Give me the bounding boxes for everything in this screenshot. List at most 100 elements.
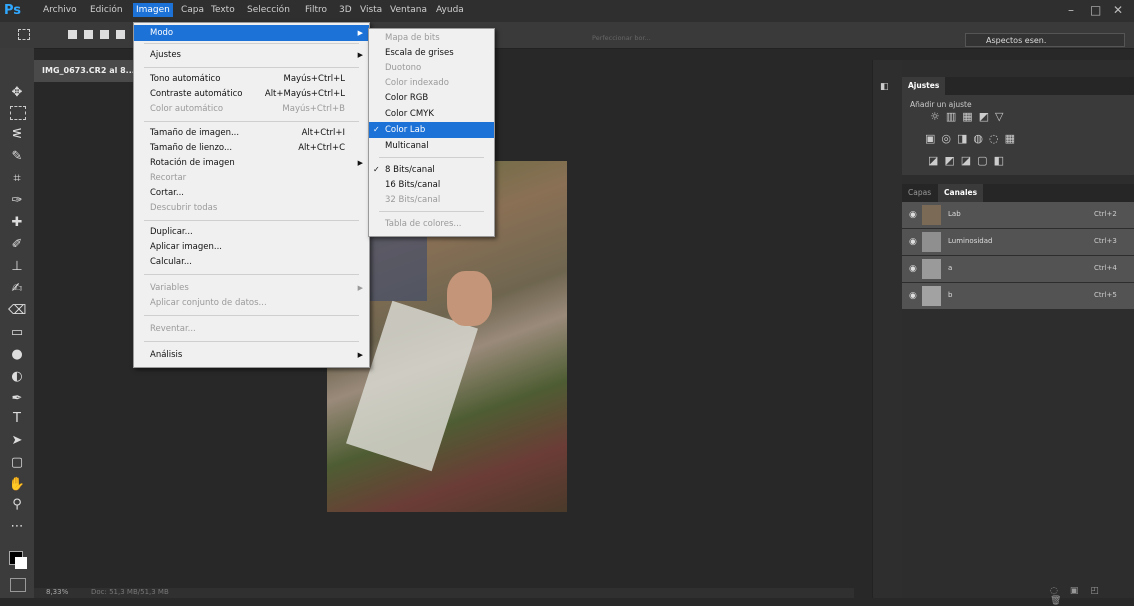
imagen-dropdown-menu: Modo ▶ Ajustes ▶ Tono automático Mayús+Ctrl… (133, 22, 370, 368)
pen-tool-icon[interactable]: ✒ (8, 390, 26, 408)
menu-imagen[interactable]: Imagen (133, 3, 173, 17)
adjustment-icons-row-2[interactable]: ▣◎◨◍◌▦ (925, 132, 1021, 145)
visibility-eye-icon[interactable]: ◉ (909, 210, 917, 220)
workspace-select[interactable]: Aspectos esen. (965, 33, 1125, 47)
menu-item-label: Aplicar imagen... (150, 242, 222, 252)
photo-shape-child (447, 271, 492, 326)
channel-row[interactable]: ◉ Luminosidad Ctrl+3 (902, 229, 1134, 256)
menu-capa[interactable]: Capa (181, 5, 204, 15)
eyedropper-tool-icon[interactable]: ✑ (8, 192, 26, 210)
add-selection-icon[interactable] (84, 30, 93, 39)
blur-tool-icon[interactable]: ● (8, 346, 26, 364)
marquee-preset-icon[interactable] (18, 29, 30, 40)
menu-vista[interactable]: Vista (360, 5, 382, 15)
channel-thumbnail (922, 232, 941, 252)
path-selection-tool-icon[interactable]: ➤ (8, 432, 26, 450)
channels-footer-icons[interactable]: ◌▣◰🗑 (1050, 586, 1134, 606)
type-tool-icon[interactable]: T (8, 410, 26, 428)
clone-stamp-tool-icon[interactable]: ⊥ (8, 258, 26, 276)
menu-item-rotacion-imagen[interactable]: Rotación de imagen ▶ (134, 155, 369, 171)
menu-item-cortar[interactable]: Cortar... (134, 185, 369, 201)
menu-item-tono-automatico[interactable]: Tono automático Mayús+Ctrl+L (134, 71, 369, 87)
menu-ayuda[interactable]: Ayuda (436, 5, 464, 15)
mode-item-multicanal[interactable]: Multicanal (369, 138, 494, 154)
menu-seleccion[interactable]: Selección (247, 5, 290, 15)
tab-canales[interactable]: Canales (938, 184, 984, 202)
mode-item-escala-grises[interactable]: Escala de grises (369, 45, 494, 61)
refine-edge-button[interactable]: Perfeccionar bor... (592, 34, 652, 46)
channel-row[interactable]: ◉ b Ctrl+5 (902, 283, 1134, 310)
visibility-eye-icon[interactable]: ◉ (909, 237, 917, 247)
lasso-tool-icon[interactable]: ᓬ (8, 126, 26, 144)
checkmark-icon: ✓ (373, 165, 380, 174)
menu-item-aplicar-conjunto[interactable]: Aplicar conjunto de datos... (134, 295, 369, 311)
mode-item-color-indexado[interactable]: Color indexado (369, 75, 494, 91)
zoom-readout[interactable]: 8,33% (46, 588, 68, 596)
mode-item-tabla-colores[interactable]: Tabla de colores... (369, 216, 494, 232)
menu-item-contraste-automatico[interactable]: Contraste automático Alt+Mayús+Ctrl+L (134, 86, 369, 102)
menu-item-variables[interactable]: Variables ▶ (134, 280, 369, 296)
restore-button[interactable]: □ (1090, 3, 1101, 17)
adjustment-icons-row-3[interactable]: ◪◩◪▢◧ (928, 154, 1010, 167)
gradient-tool-icon[interactable]: ▭ (8, 324, 26, 342)
menu-item-descubrir-todas[interactable]: Descubrir todas (134, 200, 369, 216)
hand-tool-icon[interactable]: ✋ (8, 476, 26, 494)
document-info[interactable]: Doc: 51,3 MB/51,3 MB (91, 588, 169, 596)
menu-item-duplicar[interactable]: Duplicar... (134, 224, 369, 240)
menu-archivo[interactable]: Archivo (43, 5, 77, 15)
menu-item-recortar[interactable]: Recortar (134, 170, 369, 186)
mode-item-color-cmyk[interactable]: Color CMYK (369, 106, 494, 122)
mode-item-16-bits[interactable]: 16 Bits/canal (369, 177, 494, 193)
adjustment-icons-row-1[interactable]: ☼▥▦◩▽ (930, 110, 1010, 123)
more-tools-icon[interactable]: ⋯ (8, 518, 26, 536)
menu-item-label: 32 Bits/canal (385, 195, 441, 205)
menu-3d[interactable]: 3D (339, 5, 352, 15)
menu-item-analisis[interactable]: Análisis ▶ (134, 347, 369, 363)
minimize-button[interactable]: – (1068, 3, 1074, 17)
eraser-tool-icon[interactable]: ⌫ (8, 302, 26, 320)
mode-item-32-bits[interactable]: 32 Bits/canal (369, 192, 494, 208)
menu-item-tamano-imagen[interactable]: Tamaño de imagen... Alt+Ctrl+I (134, 125, 369, 141)
background-color-swatch[interactable] (15, 557, 27, 569)
menu-item-reventar[interactable]: Reventar... (134, 321, 369, 337)
crop-tool-icon[interactable]: ⌗ (8, 170, 26, 188)
channel-name: Luminosidad (948, 237, 993, 245)
menu-texto[interactable]: Texto (211, 5, 235, 15)
mode-item-mapa-bits[interactable]: Mapa de bits (369, 30, 494, 46)
menu-filtro[interactable]: Filtro (305, 5, 327, 15)
channel-row[interactable]: ◉ Lab Ctrl+2 (902, 202, 1134, 229)
history-panel-icon[interactable]: ◧ (880, 82, 892, 94)
menu-item-modo[interactable]: Modo ▶ (134, 25, 369, 41)
move-tool-icon[interactable]: ✥ (8, 84, 26, 102)
menu-item-tamano-lienzo[interactable]: Tamaño de lienzo... Alt+Ctrl+C (134, 140, 369, 156)
menu-item-calcular[interactable]: Calcular... (134, 254, 369, 270)
screen-mode-icon[interactable] (10, 578, 26, 592)
channel-row[interactable]: ◉ a Ctrl+4 (902, 256, 1134, 283)
submenu-arrow-icon: ▶ (357, 284, 363, 292)
visibility-eye-icon[interactable]: ◉ (909, 291, 917, 301)
history-brush-tool-icon[interactable]: ✍ (8, 280, 26, 298)
quick-selection-tool-icon[interactable]: ✎ (8, 148, 26, 166)
intersect-selection-icon[interactable] (116, 30, 125, 39)
mode-item-duotono[interactable]: Duotono (369, 60, 494, 76)
tab-ajustes[interactable]: Ajustes (902, 77, 946, 95)
subtract-selection-icon[interactable] (100, 30, 109, 39)
zoom-tool-icon[interactable]: ⚲ (8, 496, 26, 514)
tab-capas[interactable]: Capas (902, 184, 937, 202)
menu-item-color-automatico[interactable]: Color automático Mayús+Ctrl+B (134, 101, 369, 117)
mode-item-8-bits[interactable]: ✓ 8 Bits/canal (369, 162, 494, 178)
mode-item-color-rgb[interactable]: Color RGB (369, 90, 494, 106)
new-selection-icon[interactable] (68, 30, 77, 39)
visibility-eye-icon[interactable]: ◉ (909, 264, 917, 274)
menu-item-ajustes[interactable]: Ajustes ▶ (134, 47, 369, 63)
close-button[interactable]: ✕ (1113, 3, 1123, 17)
marquee-tool-icon[interactable] (10, 106, 26, 120)
menu-item-aplicar-imagen[interactable]: Aplicar imagen... (134, 239, 369, 255)
dodge-tool-icon[interactable]: ◐ (8, 368, 26, 386)
brush-tool-icon[interactable]: ✐ (8, 236, 26, 254)
rectangle-tool-icon[interactable]: ▢ (8, 454, 26, 472)
menu-edicion[interactable]: Edición (90, 5, 123, 15)
healing-brush-tool-icon[interactable]: ✚ (8, 214, 26, 232)
menu-ventana[interactable]: Ventana (390, 5, 427, 15)
mode-item-color-lab[interactable]: ✓ Color Lab (369, 122, 494, 138)
